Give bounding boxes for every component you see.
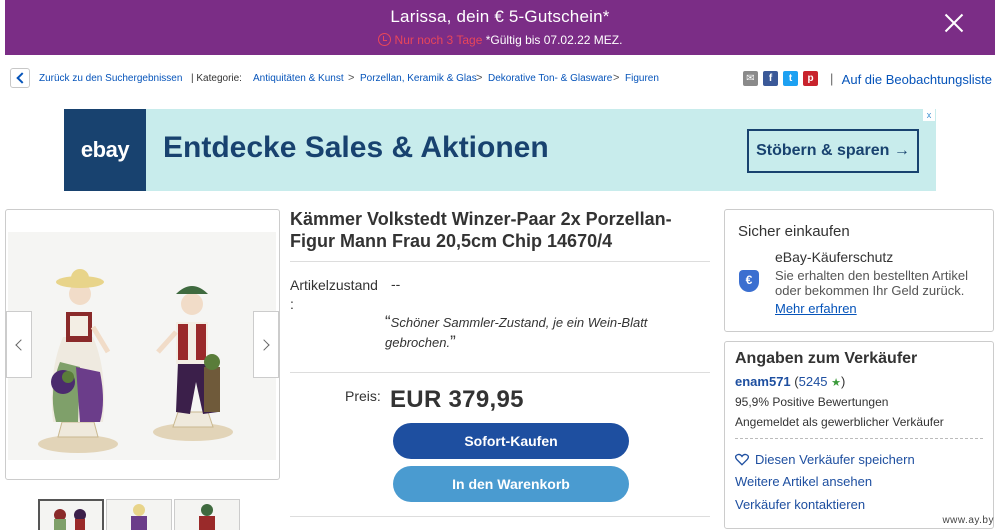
breadcrumb-item-decorative[interactable]: Dekorative Ton- & Glasware (488, 73, 612, 84)
facebook-icon[interactable]: f (763, 71, 778, 86)
back-arrow-icon[interactable] (10, 68, 30, 88)
condition-note-text: Schöner Sammler-Zustand, je ein Wein-Bla… (385, 315, 648, 350)
seller-identity: enam571 (5245 ★) (735, 374, 846, 389)
ad-info-icon[interactable]: x (923, 109, 935, 121)
divider (290, 516, 710, 517)
save-seller-label: Diesen Verkäufer speichern (755, 452, 915, 467)
positive-feedback: 95,9% Positive Bewertungen (735, 395, 889, 409)
image-gallery (5, 209, 280, 480)
promo-title: Larissa, dein € 5-Gutschein* (390, 7, 610, 26)
save-seller-link[interactable]: Diesen Verkäufer speichern (735, 452, 915, 467)
learn-more-link[interactable]: Mehr erfahren (775, 301, 857, 316)
buyer-protection-panel: Sicher einkaufen € eBay-Käuferschutz Sie… (724, 209, 994, 332)
ad-banner[interactable]: ebay Entdecke Sales & Aktionen Stöbern &… (64, 109, 936, 191)
back-to-results-link[interactable]: Zurück zu den Suchergebnissen (39, 73, 182, 84)
breadcrumb-separator: > (348, 72, 355, 84)
breadcrumb: Zurück zu den Suchergebnissen | Kategori… (10, 68, 995, 90)
previous-image-arrow-icon[interactable] (6, 311, 32, 378)
protection-heading: Sicher einkaufen (738, 223, 850, 240)
product-photo[interactable] (8, 232, 276, 460)
heart-icon (735, 453, 749, 466)
thumbnail[interactable] (38, 499, 104, 530)
breadcrumb-item-antiques[interactable]: Antiquitäten & Kunst (253, 73, 344, 84)
promo-validity: *Gültig bis 07.02.22 MEZ. (485, 33, 623, 47)
condition-label: Artikelzustand : (290, 277, 378, 312)
protection-title: eBay-Käuferschutz (775, 249, 894, 265)
clock-icon (377, 33, 391, 46)
breadcrumb-item-porcelain[interactable]: Porzellan, Keramik & Glas (360, 73, 477, 84)
seller-name-link[interactable]: enam571 (735, 374, 791, 389)
promo-banner: Larissa, dein € 5-Gutschein* Nur noch 3 … (5, 0, 995, 55)
buy-now-button[interactable]: Sofort-Kaufen (393, 423, 629, 459)
add-to-cart-button[interactable]: In den Warenkorb (393, 466, 629, 502)
close-quote-icon: ” (450, 332, 456, 351)
ad-cta-button[interactable]: Stöbern & sparen → (747, 129, 919, 173)
price-value: EUR 379,95 (390, 386, 524, 413)
divider (735, 438, 983, 439)
listing-title: Kämmer Volkstedt Winzer-Paar 2x Porzella… (290, 209, 672, 251)
shield-euro-icon: € (739, 270, 759, 292)
porcelain-figures-image (8, 232, 276, 460)
seller-panel: Angaben zum Verkäufer enam571 (5245 ★) 9… (724, 341, 994, 529)
twitter-icon[interactable]: t (783, 71, 798, 86)
seller-heading: Angaben zum Verkäufer (735, 350, 918, 367)
breadcrumb-separator: > (613, 72, 620, 84)
category-label: | Kategorie: (191, 73, 242, 84)
thumbnail[interactable] (106, 499, 172, 530)
feedback-score-link[interactable]: 5245 (799, 374, 828, 389)
divider: | (830, 71, 834, 86)
contact-seller-link[interactable]: Verkäufer kontaktieren (735, 497, 865, 512)
thumbnail-image (175, 500, 239, 530)
divider (290, 372, 710, 373)
condition-note: “Schöner Sammler-Zustand, je ein Wein-Bl… (385, 312, 685, 352)
protection-description: Sie erhalten den bestellten Artikel oder… (775, 268, 968, 298)
email-icon[interactable]: ✉ (743, 71, 758, 86)
add-to-watchlist-link[interactable]: Auf die Beobachtungsliste (842, 72, 992, 87)
ebay-logo: ebay (64, 109, 146, 191)
ad-headline: Entdecke Sales & Aktionen (163, 131, 549, 164)
thumbnail-image (40, 501, 102, 530)
seller-type: Angemeldet als gewerblicher Verkäufer (735, 415, 944, 429)
next-image-arrow-icon[interactable] (253, 311, 279, 378)
close-icon[interactable] (943, 12, 965, 34)
thumbnail[interactable] (174, 499, 240, 530)
condition-value: -- (391, 276, 401, 292)
star-icon: ★ (831, 377, 842, 389)
breadcrumb-item-figures[interactable]: Figuren (625, 73, 659, 84)
thumbnail-image (107, 500, 171, 530)
price-label: Preis: (345, 388, 381, 404)
promo-urgency: Nur noch 3 Tage (394, 33, 483, 47)
breadcrumb-separator: > (476, 72, 483, 84)
promo-subline: Nur noch 3 Tage *Gültig bis 07.02.22 MEZ… (5, 33, 995, 47)
view-more-items-link[interactable]: Weitere Artikel ansehen (735, 474, 872, 489)
watermark: www.ay.by (942, 515, 994, 526)
pinterest-icon[interactable]: p (803, 71, 818, 86)
divider (290, 261, 710, 262)
